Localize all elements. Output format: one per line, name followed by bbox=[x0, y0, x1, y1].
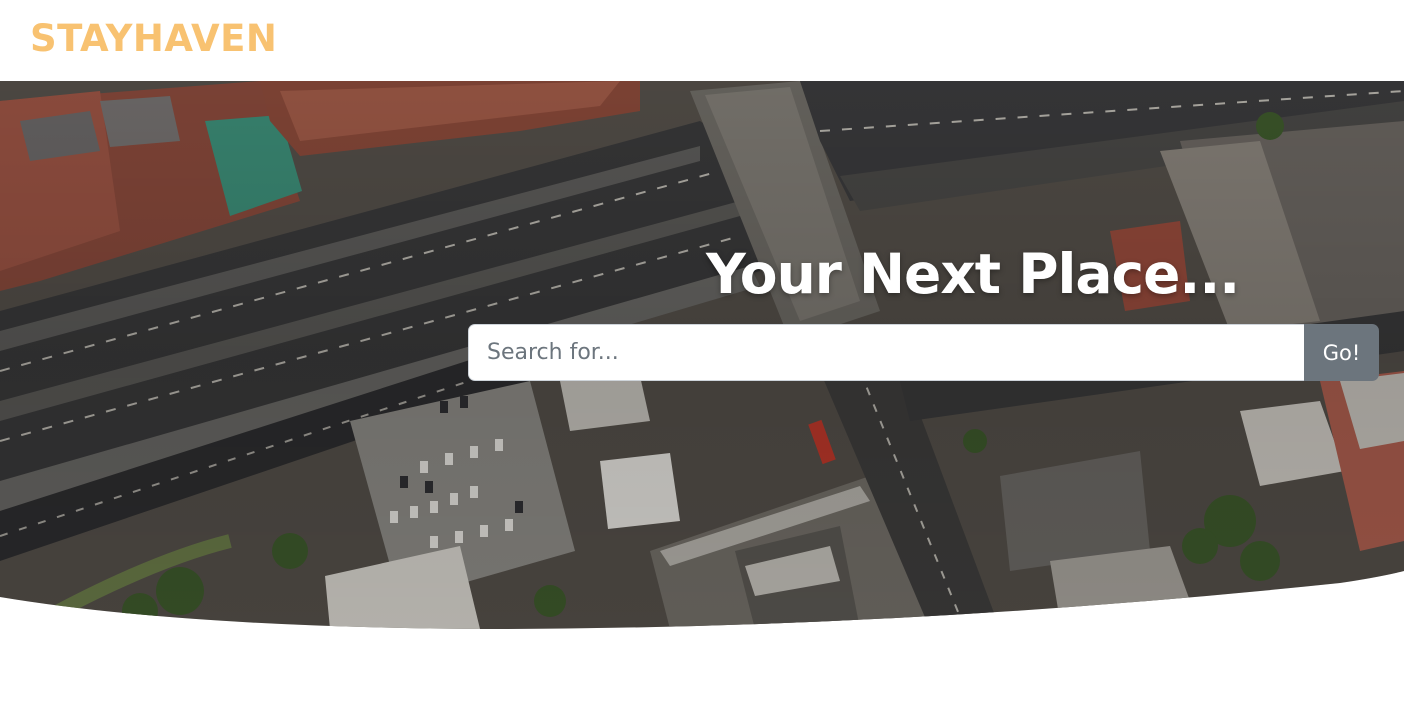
hero-section: Your Next Place... Go! bbox=[0, 81, 1404, 629]
brand-logo-link[interactable]: STAYHAVEN bbox=[30, 20, 277, 57]
go-button[interactable]: Go! bbox=[1304, 324, 1379, 381]
top-navbar: STAYHAVEN bbox=[0, 0, 1404, 81]
search-bar: Go! bbox=[468, 324, 1379, 381]
hero-title: Your Next Place... bbox=[706, 242, 1240, 306]
search-input[interactable] bbox=[468, 324, 1304, 381]
